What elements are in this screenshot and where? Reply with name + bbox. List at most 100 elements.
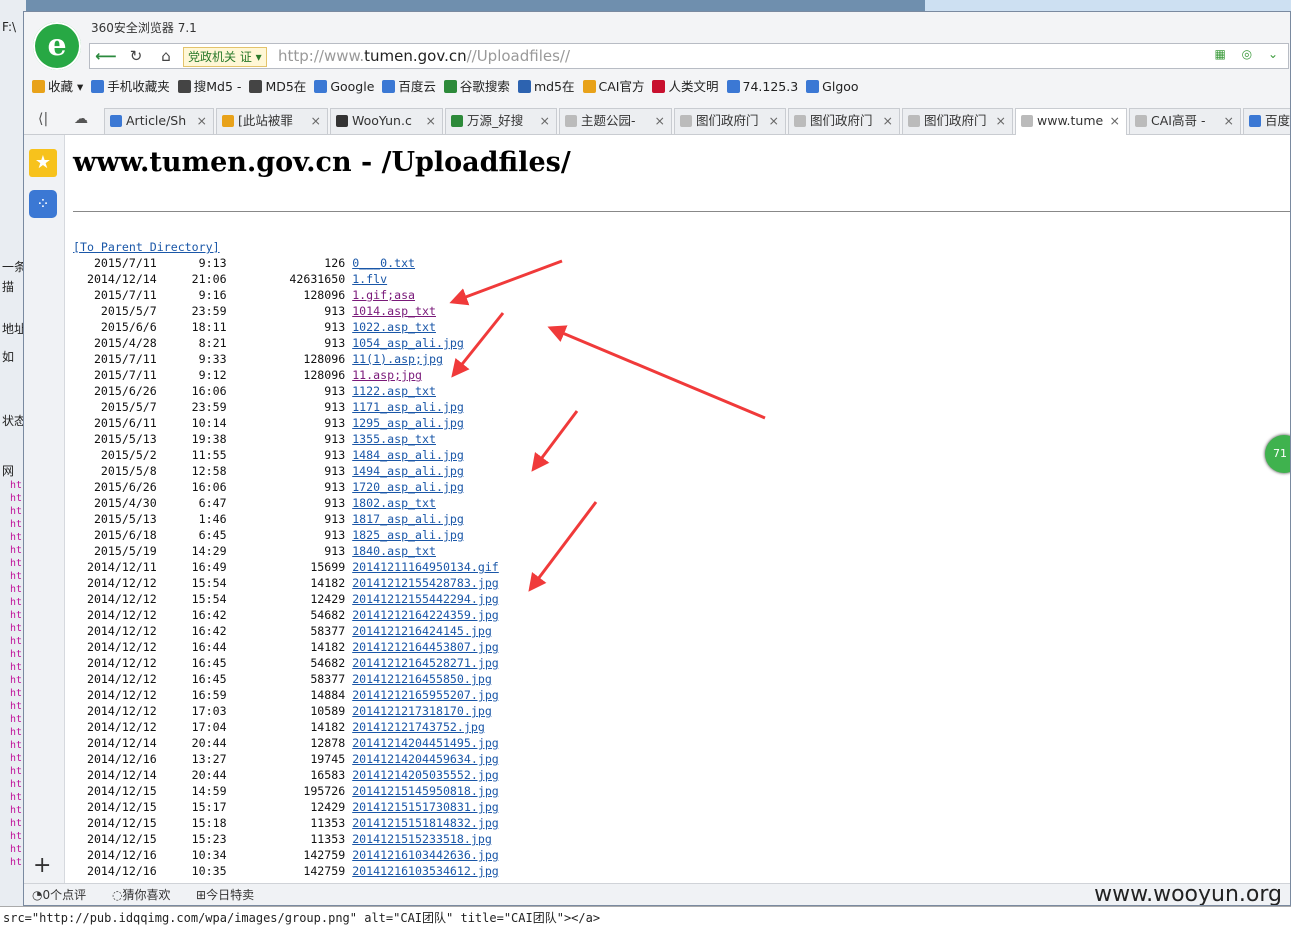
background-link: ht [10, 623, 23, 634]
tab-close-icon[interactable]: × [540, 109, 550, 133]
bookmarks-bar: 收藏 ▾ 手机收藏夹 搜Md5 - MD5在 Google 百度云 谷歌搜索 md5在 CAI官… [32, 76, 867, 98]
file-link[interactable]: 20141216103442636.jpg [352, 848, 499, 862]
file-link[interactable]: 1122.asp_txt [352, 384, 436, 398]
bookmark-item[interactable]: 搜Md5 - [177, 76, 241, 98]
listing-row: 2014/12/15 14:59 195726 2014121514595081… [73, 784, 499, 798]
bookmark-item[interactable]: md5在 [517, 76, 575, 98]
browser-tab[interactable]: 万源_好搜 × [445, 108, 557, 134]
file-link[interactable]: 1484_asp_ali.jpg [352, 448, 464, 462]
tab-close-icon[interactable]: × [1224, 109, 1234, 133]
tab-label: CAI高哥 - [1151, 113, 1206, 128]
file-link[interactable]: 1825_asp_ali.jpg [352, 528, 464, 542]
file-link[interactable]: 1355.asp_txt [352, 432, 436, 446]
tab-close-icon[interactable]: × [426, 109, 436, 133]
home-icon[interactable]: ⌂ [154, 46, 178, 66]
tab-active[interactable]: www.tume × [1015, 108, 1127, 135]
browser-tab[interactable]: CAI高哥 - × [1129, 108, 1241, 134]
file-link[interactable]: 11.asp;jpg [352, 368, 422, 382]
guess-you-like[interactable]: ◌ 猜你喜欢 [112, 884, 171, 905]
file-link[interactable]: 201412121743752.jpg [352, 720, 485, 734]
bookmark-item[interactable]: 百度云 [382, 76, 436, 98]
cloud-tab-icon[interactable]: ☁ [74, 111, 88, 127]
add-sidebar-plus-icon[interactable]: + [33, 853, 51, 878]
daily-deals[interactable]: ⊞ 今日特卖 [196, 884, 254, 905]
site-certification-badge[interactable]: 党政机关 证 ▾ [183, 47, 267, 67]
favorites-star-icon[interactable]: ★ [29, 149, 57, 177]
file-link[interactable]: 2014121515233518.jpg [352, 832, 492, 846]
file-link[interactable]: 20141215151730831.jpg [352, 800, 499, 814]
browser-tab[interactable]: Article/Sh × [104, 108, 214, 134]
address-bar-tools-icon[interactable]: ▦ ◎ ⌄ [1215, 47, 1285, 61]
file-link[interactable]: 20141216103534612.jpg [352, 864, 499, 878]
bookmark-label: 手机收藏夹 [107, 79, 170, 94]
file-link[interactable]: 1720_asp_ali.jpg [352, 480, 464, 494]
bookmark-item[interactable]: 收藏 ▾ [32, 76, 83, 98]
bookmark-item[interactable]: 人类文明 [652, 76, 719, 98]
bookmark-favicon-icon [249, 80, 263, 93]
file-link[interactable]: 20141212164224359.jpg [352, 608, 499, 622]
file-link[interactable]: 1802.asp_txt [352, 496, 436, 510]
url-input[interactable]: http://www.tumen.gov.cn//Uploadfiles// [278, 44, 570, 68]
bookmark-item[interactable]: CAI官方 [582, 76, 644, 98]
bookmark-item[interactable]: MD5在 [249, 76, 306, 98]
tab-close-icon[interactable]: × [655, 109, 665, 133]
file-link[interactable]: 20141214204459634.jpg [352, 752, 499, 766]
file-link[interactable]: 1.gif;asa [352, 288, 415, 302]
file-link[interactable]: 2014121216424145.jpg [352, 624, 492, 638]
file-link[interactable]: 1171_asp_ali.jpg [352, 400, 464, 414]
file-link[interactable]: 20141212164528271.jpg [352, 656, 499, 670]
tab-back-icon[interactable]: ⟨| [38, 111, 48, 127]
tab-close-icon[interactable]: × [996, 109, 1006, 133]
file-link[interactable]: 20141214204451495.jpg [352, 736, 499, 750]
parent-directory-link[interactable]: [To Parent Directory] [73, 240, 220, 254]
file-link[interactable]: 1022.asp_txt [352, 320, 436, 334]
listing-row: 2015/5/19 14:29 913 1840.asp_txt [73, 544, 436, 558]
tab-close-icon[interactable]: × [883, 109, 893, 133]
file-link[interactable]: 11(1).asp;jpg [352, 352, 443, 366]
apps-grid-icon[interactable]: ⁘ [29, 190, 57, 218]
file-link[interactable]: 1054_asp_ali.jpg [352, 336, 464, 350]
browser-tab[interactable]: 百度 [1243, 108, 1290, 134]
address-bar[interactable]: ⟵ ↻ ⌂ 党政机关 证 ▾ http://www.tumen.gov.cn//… [89, 43, 1289, 69]
file-link[interactable]: 1840.asp_txt [352, 544, 436, 558]
browser-tab[interactable]: 主题公园- × [559, 108, 672, 134]
tab-close-icon[interactable]: × [769, 109, 779, 133]
bookmark-item[interactable]: Google [314, 76, 374, 98]
directory-listing: [To Parent Directory] 2015/7/11 9:13 126… [73, 239, 499, 879]
file-link[interactable]: 20141212164453807.jpg [352, 640, 499, 654]
file-link[interactable]: 20141212165955207.jpg [352, 688, 499, 702]
file-link[interactable]: 1014.asp_txt [352, 304, 436, 318]
file-link[interactable]: 1295_asp_ali.jpg [352, 416, 464, 430]
file-link[interactable]: 20141212155442294.jpg [352, 592, 499, 606]
file-link[interactable]: 2014121216455850.jpg [352, 672, 492, 686]
browser-tab[interactable]: [此站被罪 × [216, 108, 328, 134]
background-link: ht [10, 571, 23, 582]
file-link[interactable]: 20141215151814832.jpg [352, 816, 499, 830]
browser-logo-icon[interactable]: e [33, 22, 81, 70]
bookmark-item[interactable]: Glgoo [806, 76, 859, 98]
tab-close-icon[interactable]: × [197, 109, 207, 133]
browser-tab[interactable]: WooYun.c × [330, 108, 443, 134]
file-link[interactable]: 20141215145950818.jpg [352, 784, 499, 798]
comments-status[interactable]: ◔ 0个点评 [32, 884, 86, 905]
file-link[interactable]: 1.flv [352, 272, 387, 286]
listing-row: 2014/12/12 16:42 54682 20141212164224359… [73, 608, 499, 622]
file-link[interactable]: 0___0.txt [352, 256, 415, 270]
file-link[interactable]: 20141212155428783.jpg [352, 576, 499, 590]
back-arrow-icon[interactable]: ⟵ [94, 46, 118, 66]
file-link[interactable]: 1817_asp_ali.jpg [352, 512, 464, 526]
bookmark-item[interactable]: 谷歌搜索 [443, 76, 510, 98]
browser-tab[interactable]: 图们政府门 × [788, 108, 900, 134]
tab-close-icon[interactable]: × [311, 109, 321, 133]
tab-close-icon[interactable]: × [1110, 109, 1120, 133]
file-link[interactable]: 2014121217318170.jpg [352, 704, 492, 718]
file-link[interactable]: 20141214205035552.jpg [352, 768, 499, 782]
bookmark-item[interactable]: 手机收藏夹 [91, 76, 170, 98]
browser-tab[interactable]: 图们政府门 × [902, 108, 1013, 134]
browser-tab[interactable]: 图们政府门 × [674, 108, 786, 134]
file-link[interactable]: 20141211164950134.gif [352, 560, 499, 574]
reload-icon[interactable]: ↻ [124, 46, 148, 66]
file-link[interactable]: 1494_asp_ali.jpg [352, 464, 464, 478]
bookmark-item[interactable]: 74.125.3 [726, 76, 798, 98]
floating-speed-ball[interactable]: 71 [1265, 435, 1290, 473]
